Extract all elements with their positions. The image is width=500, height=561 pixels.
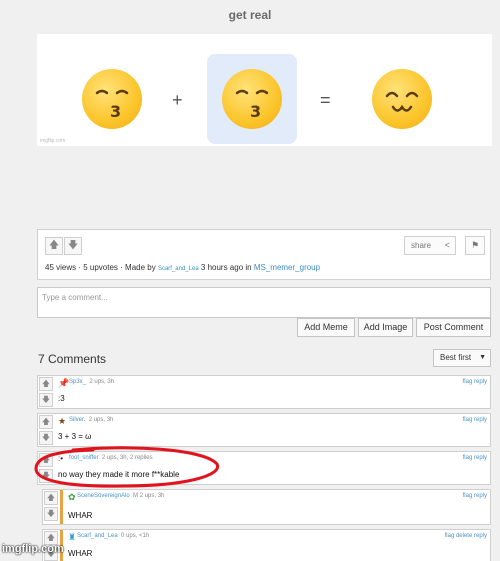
post-stats: 45 views · 5 upvotes · Made by (45, 263, 156, 272)
comment-meta: 2 ups, 3h (89, 379, 115, 385)
sort-dropdown[interactable]: Best first ▼ (433, 349, 491, 367)
kissing-face-emoji-2: 3 (207, 54, 297, 144)
svg-text:3: 3 (250, 102, 261, 121)
equals-sign: = (320, 90, 331, 110)
comment-item: 🡅 🡇 📌 Sp3x_ 2 ups, 3h flag reply :3 (37, 375, 491, 409)
post-comment-button[interactable]: Post Comment (416, 318, 491, 337)
kissing-face-emoji-1: 3 (67, 54, 157, 144)
comment-meta: M 2 ups, 3h (133, 493, 165, 499)
author-link[interactable]: Scarf_and_Lea (158, 266, 199, 272)
upvote-button[interactable]: 🡅 (39, 415, 53, 429)
comment-actions[interactable]: flag reply (463, 417, 487, 423)
comment-input[interactable]: Type a comment... (37, 287, 491, 318)
comment-actions[interactable]: flag reply (463, 455, 487, 461)
page-title: get real (228, 8, 272, 22)
comment-username[interactable]: SceneSovereignAlo (77, 493, 130, 499)
add-image-button[interactable]: Add Image (358, 318, 413, 337)
comment-text: 3 + 3 = ω (58, 432, 92, 441)
downvote-button[interactable]: 🡇 (39, 431, 53, 445)
comment-item: 🡅 🡇 ★ Silver. 2 ups, 3h flag reply 3 + 3… (37, 413, 491, 447)
comment-meta: 2 ups, 3h (88, 417, 114, 423)
stream-link[interactable]: MS_memer_group (254, 263, 320, 272)
share-icon: < (444, 240, 450, 250)
meme-image[interactable]: 3 + 3 = imgflip.com (37, 34, 492, 146)
comment-meta: 0 ups, <1h (121, 533, 150, 539)
post-meta: 45 views · 5 upvotes · Made by Scarf_and… (45, 263, 320, 272)
face-icon: :• (58, 454, 64, 463)
chevron-down-icon: ▼ (479, 354, 486, 361)
imgflip-watermark: imgflip.com (2, 543, 64, 555)
smiling-face-emoji (357, 54, 447, 144)
comment-username[interactable]: Sp3x_ (69, 379, 86, 385)
comment-actions[interactable]: flag reply (463, 493, 487, 499)
upvote-button[interactable]: 🡅 (45, 237, 63, 255)
meme-watermark: imgflip.com (40, 138, 66, 144)
post-time: 3 hours ago in (200, 263, 252, 272)
reply-item: 🡅 🡇 ♜ Scarf_and_Lea 0 ups, <1h flag dele… (42, 529, 491, 561)
crown-icon: ♜ (68, 532, 77, 542)
comment-username[interactable]: Scarf_and_Lea (77, 533, 118, 539)
svg-text:3: 3 (110, 102, 121, 121)
comment-actions[interactable]: flag delete reply (445, 533, 487, 539)
post-actions-panel: 🡅 🡇 share < ⚑ 45 views · 5 upvotes · Mad… (37, 229, 491, 280)
comment-text: WHAR (68, 511, 93, 520)
downvote-button[interactable]: 🡇 (39, 469, 53, 483)
comment-username[interactable]: Silver. (69, 417, 85, 423)
downvote-button[interactable]: 🡇 (64, 237, 82, 255)
upvote-button[interactable]: 🡅 (44, 491, 58, 505)
upvote-button[interactable]: 🡅 (39, 453, 53, 467)
comment-text: WHAR (68, 549, 93, 558)
sort-label: Best first (440, 353, 472, 362)
pin-icon: 📌 (58, 378, 70, 388)
comment-actions[interactable]: flag reply (463, 379, 487, 385)
share-label: share (411, 241, 432, 250)
plus-sign: + (172, 90, 183, 110)
share-button[interactable]: share < (404, 236, 456, 255)
upvote-button[interactable]: 🡅 (39, 377, 53, 391)
downvote-button[interactable]: 🡇 (44, 507, 58, 521)
flag-icon[interactable]: ⚑ (465, 236, 485, 255)
comment-item: 🡅 🡇 :• foot_sniffer 2 ups, 3h, 2 replies… (37, 451, 491, 485)
add-meme-button[interactable]: Add Meme (297, 318, 355, 337)
spiral-icon: ✿ (68, 492, 76, 502)
reply-item: 🡅 🡇 ✿ SceneSovereignAlo M 2 ups, 3h flag… (42, 489, 491, 525)
comment-username[interactable]: foot_sniffer (69, 455, 99, 461)
comment-text: no way they made it more f**kable (58, 470, 180, 479)
comment-meta: 2 ups, 3h, 2 replies (101, 455, 153, 461)
reply-indicator-bar (60, 490, 63, 524)
comment-text: :3 (58, 394, 65, 403)
star-icon: ★ (58, 416, 67, 426)
comments-count: 7 Comments (38, 352, 107, 366)
downvote-button[interactable]: 🡇 (39, 393, 53, 407)
